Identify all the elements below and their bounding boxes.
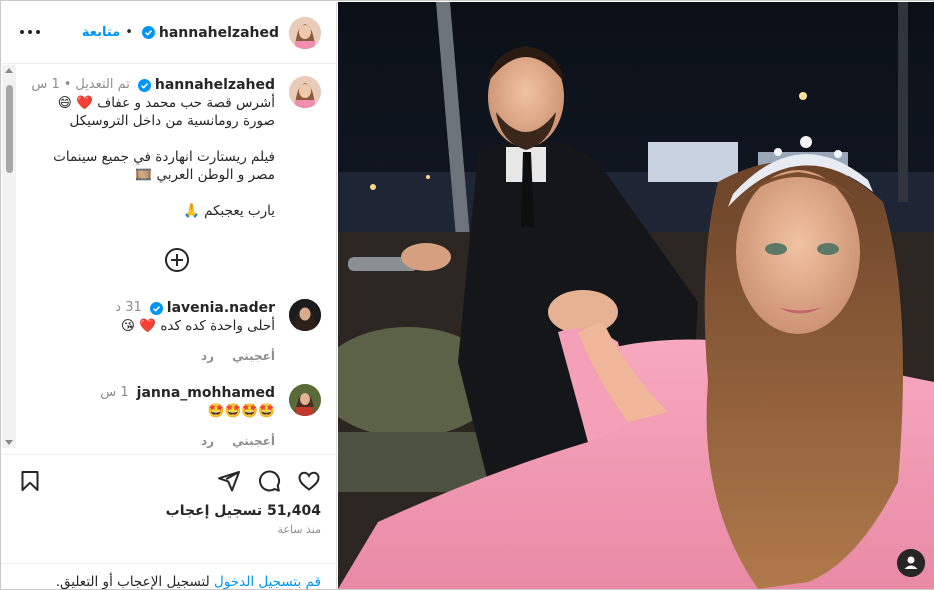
- commenter-avatar[interactable]: [289, 299, 321, 331]
- follow-button[interactable]: متابعة: [82, 25, 120, 40]
- comment-header: janna_mohhamed 1 س: [15, 384, 275, 402]
- caption-line: [15, 184, 275, 202]
- comment-reply-button[interactable]: رد: [201, 347, 214, 365]
- commenter-username[interactable]: lavenia.nader: [167, 299, 275, 317]
- post-window: hannahelzahed • متابعة hannahelzahed تم …: [0, 0, 934, 590]
- comment-item: lavenia.nader 31 د أحلى واحدة كده كده ❤️…: [18, 299, 321, 369]
- login-rest-text: لتسجيل الإعجاب أو التعليق.: [55, 574, 210, 590]
- send-icon[interactable]: [217, 469, 241, 493]
- caption-line: [15, 130, 275, 148]
- commenter-avatar[interactable]: [289, 384, 321, 416]
- comment-reply-button[interactable]: رد: [201, 432, 214, 448]
- comment-header: lavenia.nader 31 د: [15, 299, 275, 317]
- likes-count[interactable]: 51,404 تسجيل إعجاب: [166, 503, 321, 519]
- verified-icon: [137, 78, 151, 92]
- caption-line: صورة رومانسية من داخل التروسيكل: [69, 113, 276, 129]
- comment-actions: أعجبني رد: [15, 432, 275, 448]
- comment-icon[interactable]: [257, 469, 281, 493]
- post-time: منذ ساعة: [277, 523, 321, 536]
- load-more-comments-icon[interactable]: [165, 248, 189, 272]
- comment-body: janna_mohhamed 1 س 🤩🤩🤩🤩 أعجبني رد: [15, 384, 275, 448]
- caption-age: 1 س: [31, 77, 60, 92]
- author-avatar[interactable]: [289, 16, 321, 49]
- comment-text: 🤩🤩🤩🤩: [207, 403, 275, 419]
- post-side-panel: hannahelzahed • متابعة hannahelzahed تم …: [2, 2, 337, 590]
- comment-body: lavenia.nader 31 د أحلى واحدة كده كده ❤️…: [15, 299, 275, 365]
- caption: hannahelzahed تم التعديل • 1 س أشرس قصة …: [18, 76, 321, 236]
- author-username[interactable]: hannahelzahed: [159, 25, 279, 41]
- comment-age: 31 د: [115, 300, 142, 315]
- commenter-username[interactable]: janna_mohhamed: [137, 384, 275, 402]
- verified-icon: [141, 26, 155, 39]
- caption-line: أشرس قصة حب محمد و عفاف ❤️ 😄: [57, 95, 275, 111]
- caption-line: يارب يعجبكم 🙏: [183, 203, 275, 219]
- comment-like-button[interactable]: أعجبني: [232, 432, 275, 448]
- post-photo[interactable]: [338, 2, 934, 589]
- user-tag-icon[interactable]: [897, 549, 925, 577]
- edited-label: تم التعديل: [75, 77, 130, 92]
- login-link[interactable]: قم بتسجيل الدخول: [214, 574, 321, 590]
- bookmark-icon[interactable]: [18, 469, 42, 493]
- caption-line: فيلم ريستارت انهاردة في جميع سينمات: [53, 149, 275, 165]
- login-prompt: قم بتسجيل الدخول لتسجيل الإعجاب أو التعل…: [2, 563, 337, 590]
- caption-text: أشرس قصة حب محمد و عفاف ❤️ 😄 صورة رومانس…: [15, 94, 275, 220]
- comment-age: 1 س: [100, 385, 129, 400]
- comment-item: janna_mohhamed 1 س 🤩🤩🤩🤩 أعجبني رد: [18, 384, 321, 448]
- likes-label: تسجيل إعجاب: [165, 503, 263, 519]
- caption-line: مصر و الوطن العربي 🎞️: [135, 167, 275, 183]
- likes-number: 51,404: [266, 503, 321, 519]
- separator-dot: •: [63, 77, 72, 92]
- heart-icon[interactable]: [297, 469, 321, 493]
- caption-header: hannahelzahed تم التعديل • 1 س: [15, 76, 275, 94]
- verified-icon: [149, 301, 163, 315]
- comment-text: أحلى واحدة كده كده ❤️ 😘: [120, 318, 275, 334]
- caption-body: hannahelzahed تم التعديل • 1 س أشرس قصة …: [15, 76, 275, 220]
- post-actions: 51,404 تسجيل إعجاب منذ ساعة قم بتسجيل ال…: [2, 454, 337, 590]
- comments-list: hannahelzahed تم التعديل • 1 س أشرس قصة …: [2, 65, 337, 448]
- caption-username[interactable]: hannahelzahed: [155, 76, 275, 94]
- post-header: hannahelzahed • متابعة: [2, 2, 337, 64]
- more-options-icon[interactable]: [20, 23, 40, 41]
- caption-avatar[interactable]: [289, 76, 321, 108]
- comment-actions: أعجبني رد: [15, 347, 275, 365]
- comment-like-button[interactable]: أعجبني: [232, 347, 275, 365]
- separator-dot: •: [125, 25, 133, 40]
